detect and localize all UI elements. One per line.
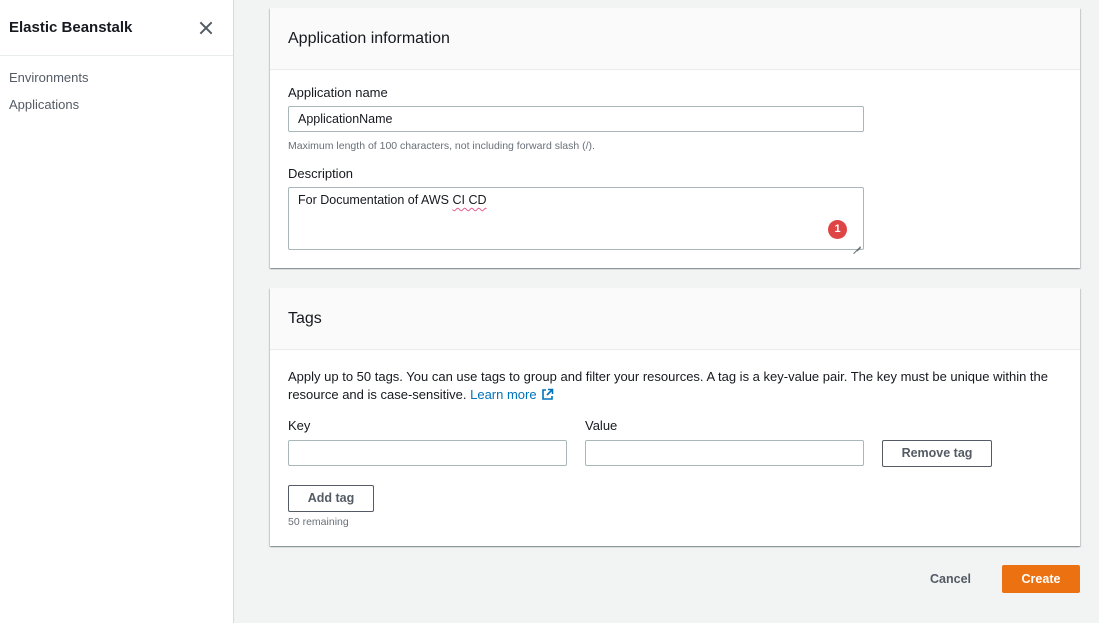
- sidebar-item-environments[interactable]: Environments: [0, 69, 233, 96]
- cancel-button[interactable]: Cancel: [930, 572, 971, 586]
- sidebar-header: Elastic Beanstalk: [0, 0, 233, 56]
- sidebar-title: Elastic Beanstalk: [9, 19, 133, 36]
- tags-panel: Tags Apply up to 50 tags. You can use ta…: [270, 288, 1080, 546]
- grammar-badge[interactable]: 1: [828, 220, 847, 239]
- external-link-icon: [541, 388, 553, 400]
- description-label: Description: [288, 166, 354, 181]
- tag-key-input[interactable]: [288, 440, 567, 466]
- tags-description: Apply up to 50 tags. You can use tags to…: [288, 368, 1058, 404]
- sidebar-nav: Environments Applications: [0, 56, 233, 123]
- tag-value-input[interactable]: [585, 440, 864, 466]
- tags-description-text: Apply up to 50 tags. You can use tags to…: [288, 369, 1049, 402]
- panel-title: Tags: [288, 309, 322, 327]
- remove-tag-button[interactable]: Remove tag: [882, 440, 992, 467]
- application-name-label: Application name: [288, 85, 388, 100]
- create-button[interactable]: Create: [1002, 565, 1080, 593]
- learn-more-label: Learn more: [470, 387, 537, 402]
- sidebar-item-applications[interactable]: Applications: [0, 96, 233, 123]
- tag-key-label: Key: [288, 418, 311, 433]
- tags-remaining: 50 remaining: [288, 516, 349, 528]
- description-text: For Documentation of AWS: [298, 193, 453, 207]
- description-textarea[interactable]: For Documentation of AWS CI CD 1: [288, 187, 864, 250]
- resize-handle-icon[interactable]: [853, 239, 861, 247]
- spellcheck-flagged-text: CI CD: [452, 193, 487, 207]
- panel-header: Tags: [270, 288, 1080, 350]
- main-content: Application information Application name…: [235, 0, 1099, 623]
- add-tag-button[interactable]: Add tag: [288, 485, 374, 512]
- sidebar: Elastic Beanstalk Environments Applicati…: [0, 0, 234, 623]
- panel-title: Application information: [288, 29, 450, 47]
- tag-value-label: Value: [585, 418, 618, 433]
- panel-header: Application information: [270, 8, 1080, 70]
- application-information-panel: Application information Application name…: [270, 8, 1080, 268]
- learn-more-link[interactable]: Learn more: [470, 387, 553, 402]
- application-name-input[interactable]: [288, 106, 864, 132]
- close-icon[interactable]: [198, 20, 214, 36]
- application-name-constraint: Maximum length of 100 characters, not in…: [288, 140, 595, 152]
